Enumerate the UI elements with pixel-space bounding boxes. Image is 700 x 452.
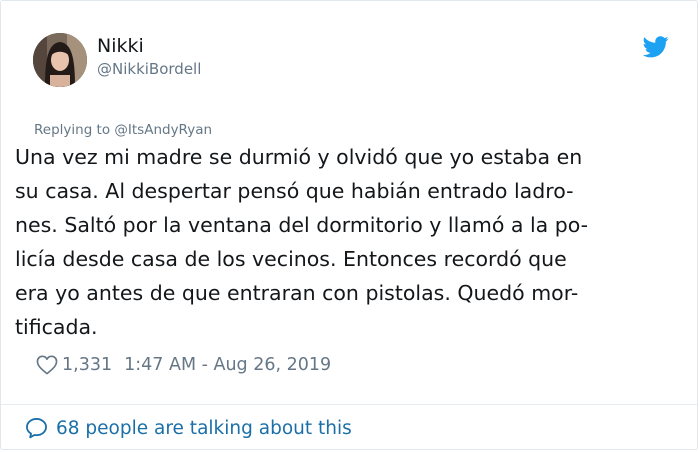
- like-count: 1,331: [62, 355, 113, 375]
- twitter-bird-icon[interactable]: [643, 36, 669, 58]
- tweet-text-line: tificada.: [15, 315, 98, 339]
- timestamp[interactable]: 1:47 AM - Aug 26, 2019: [124, 355, 331, 375]
- display-name[interactable]: Nikki: [97, 35, 144, 57]
- replying-to[interactable]: Replying to @ItsAndyRyan: [34, 121, 212, 139]
- tweet-text-line: licía desde casa de los vecinos. Entonce…: [15, 247, 567, 271]
- heart-outline-icon: [36, 355, 58, 375]
- tweet-text-line: Una vez mi madre se durmió y olvidó que …: [15, 145, 583, 169]
- tweet-text: Una vez mi madre se durmió y olvidó que …: [15, 140, 687, 344]
- like-button[interactable]: 1,331: [36, 355, 112, 375]
- tweet-text-line: nes. Saltó por la ventana del dormitorio…: [15, 213, 589, 237]
- avatar[interactable]: [33, 33, 87, 87]
- divider: [1, 404, 697, 405]
- tweet-meta: 1,331 1:47 AM - Aug 26, 2019: [36, 353, 331, 377]
- tweet-card: Nikki @NikkiBordell Replying to @ItsAndy…: [0, 0, 698, 450]
- talking-link[interactable]: 68 people are talking about this: [25, 415, 352, 441]
- speech-bubble-icon: [26, 418, 47, 439]
- tweet-text-line: era yo antes de que entraran con pistola…: [15, 281, 579, 305]
- avatar-photo: [33, 33, 87, 87]
- talking-text: 68 people are talking about this: [56, 417, 352, 439]
- username[interactable]: @NikkiBordell: [97, 59, 201, 79]
- tweet-text-line: su casa. Al despertar pensó que habián e…: [15, 179, 574, 203]
